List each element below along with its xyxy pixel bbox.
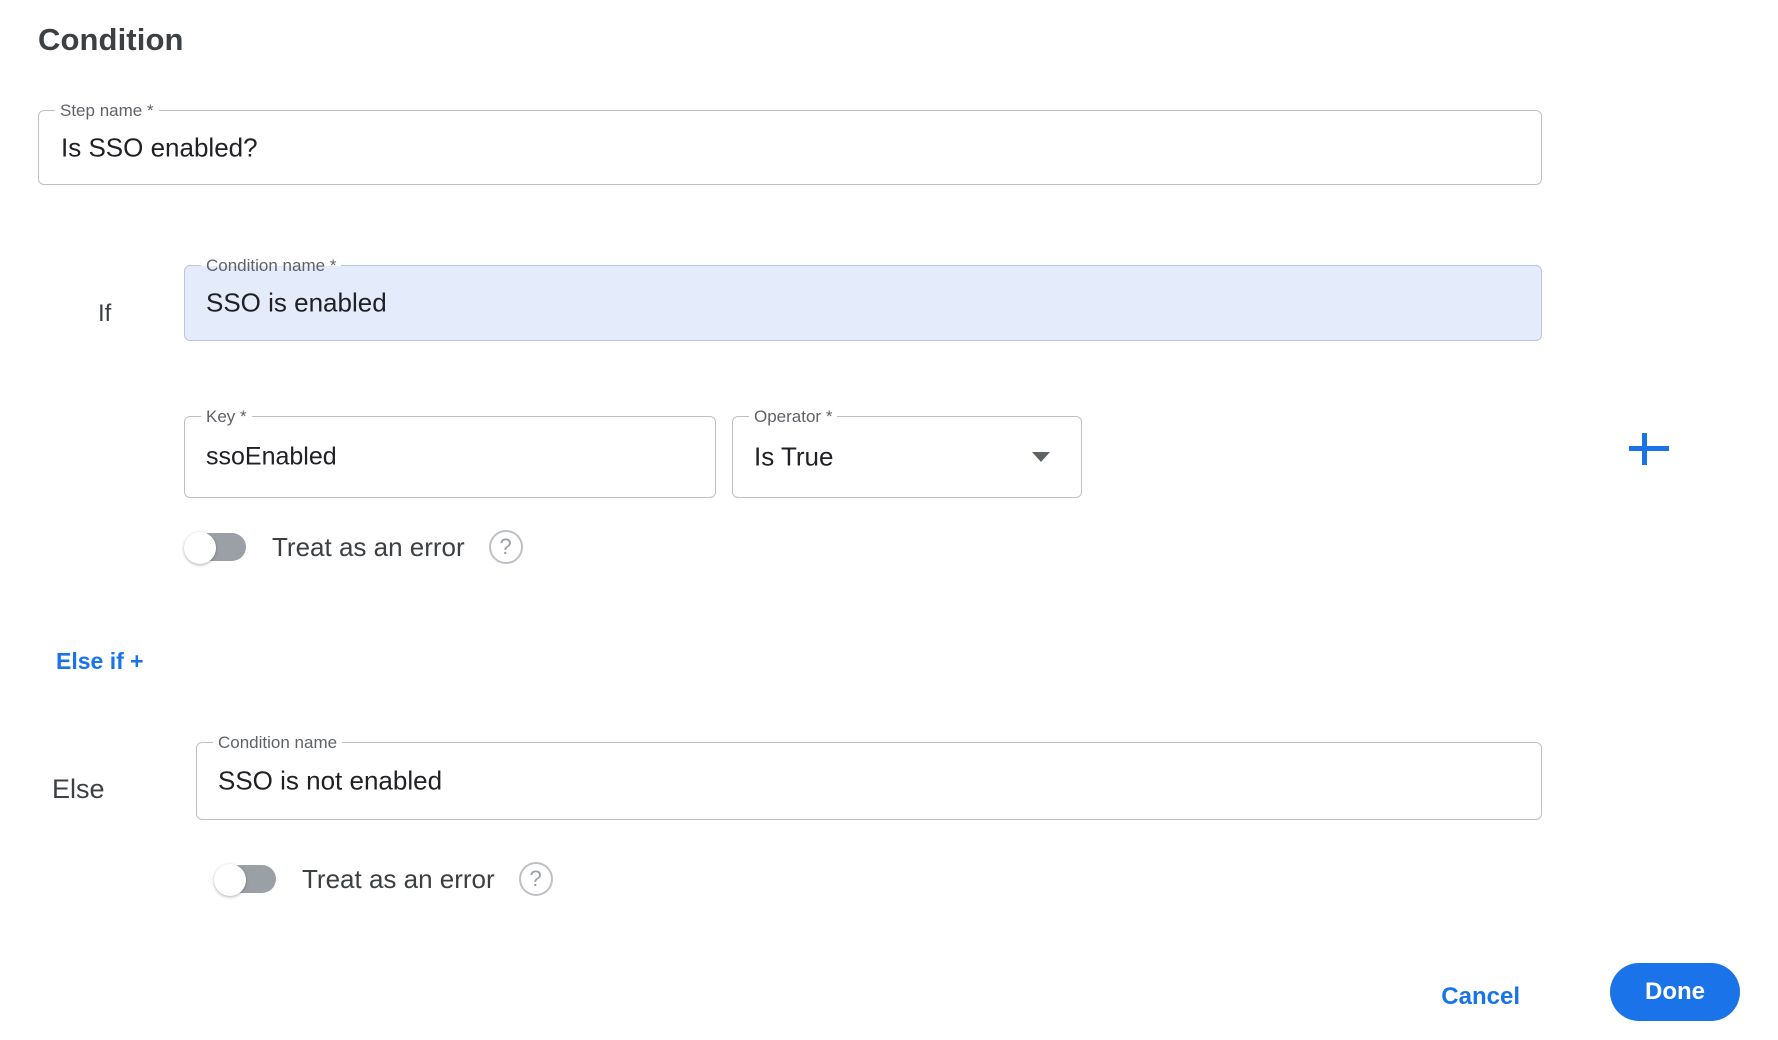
treat-as-error-toggle-if[interactable]: [184, 532, 246, 564]
treat-as-error-label-if: Treat as an error: [272, 531, 465, 562]
if-condition-name-label: Condition name *: [201, 255, 342, 276]
if-branch-label: If: [98, 300, 112, 327]
help-icon-else[interactable]: ?: [518, 862, 553, 896]
plus-icon: [1629, 446, 1669, 451]
plus-icon-vertical: [1642, 433, 1647, 465]
operator-value: Is True: [754, 441, 834, 472]
cancel-button[interactable]: Cancel: [1429, 975, 1532, 1019]
if-condition-name-field[interactable]: Condition name * SSO is enabled: [184, 255, 1542, 341]
else-condition-name-label: Condition name: [213, 732, 343, 753]
page-title: Condition: [38, 22, 184, 57]
toggle-knob: [214, 864, 246, 896]
else-condition-name-value: SSO is not enabled: [218, 765, 443, 796]
treat-as-error-label-else: Treat as an error: [302, 863, 495, 894]
chevron-down-icon[interactable]: [1032, 452, 1050, 462]
else-condition-name-field[interactable]: Condition name SSO is not enabled: [196, 732, 1542, 820]
key-value: ssoEnabled: [206, 442, 337, 471]
operator-select[interactable]: Operator * Is True: [732, 406, 1082, 498]
step-name-value: Is SSO enabled?: [61, 132, 258, 162]
condition-editor-panel: Condition Step name * Is SSO enabled? If…: [0, 0, 1778, 1040]
step-name-field[interactable]: Step name * Is SSO enabled?: [38, 100, 1542, 185]
help-icon-if[interactable]: ?: [488, 530, 523, 564]
done-button[interactable]: Done: [1610, 963, 1740, 1021]
add-condition-button[interactable]: [1625, 425, 1673, 473]
step-name-label: Step name *: [55, 100, 159, 121]
key-field[interactable]: Key * ssoEnabled: [184, 406, 716, 498]
treat-as-error-row-if: Treat as an error ?: [184, 530, 523, 564]
else-branch-label: Else: [52, 774, 105, 804]
toggle-knob: [184, 532, 216, 564]
operator-label: Operator *: [749, 406, 838, 427]
if-condition-name-value: SSO is enabled: [206, 287, 387, 318]
treat-as-error-toggle-else[interactable]: [214, 864, 276, 896]
treat-as-error-row-else: Treat as an error ?: [214, 862, 553, 896]
key-label: Key *: [201, 406, 252, 427]
else-if-add-link[interactable]: Else if +: [56, 648, 144, 675]
